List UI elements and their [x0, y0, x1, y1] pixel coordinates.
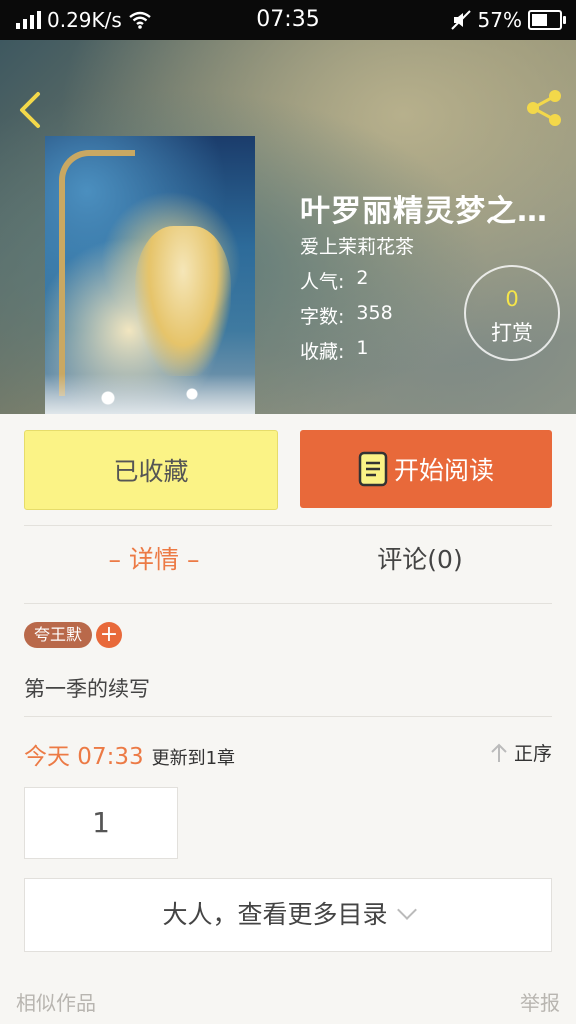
- cover-flowers: [45, 374, 255, 414]
- mute-icon: [450, 10, 471, 30]
- word-count-label: 字数:: [300, 306, 345, 328]
- tab-comments[interactable]: 评论(0): [276, 540, 564, 576]
- cover-figure: [135, 226, 231, 376]
- divider: [24, 525, 552, 526]
- share-icon: [527, 90, 561, 126]
- popularity-value: 2: [356, 267, 369, 289]
- book-description: 第一季的续写: [24, 677, 150, 701]
- status-right: 57%: [450, 8, 566, 32]
- chevron-left-icon: [20, 92, 40, 128]
- book-title: 叶罗丽精灵梦之灵...: [300, 194, 564, 229]
- tip-label: 打赏: [491, 321, 533, 345]
- share-button[interactable]: [524, 88, 564, 128]
- back-button[interactable]: [14, 90, 50, 130]
- favorites-value: 1: [356, 337, 369, 359]
- start-reading-button[interactable]: 开始阅读: [300, 430, 552, 508]
- chevron-down-icon: [396, 900, 417, 920]
- start-reading-label: 开始阅读: [393, 456, 494, 485]
- update-text: 更新到1章: [151, 748, 236, 769]
- favorites-row: 收藏: 1: [300, 337, 369, 364]
- book-header: 叶罗丽精灵梦之灵... 爱上茉莉花茶 人气: 2 字数: 358 收藏: 1 0…: [0, 40, 576, 414]
- sort-order-button[interactable]: 正序: [490, 739, 552, 766]
- book-author[interactable]: 爱上茉莉花茶: [300, 232, 414, 259]
- arrow-up-icon: [491, 743, 507, 762]
- update-time: 今天 07:33: [24, 744, 144, 770]
- favorited-button[interactable]: 已收藏: [24, 430, 278, 510]
- chapter-item[interactable]: 1: [24, 787, 178, 859]
- battery-percent: 57%: [477, 8, 522, 32]
- tab-bar: – 详情 – 评论(0): [0, 540, 576, 592]
- add-tag-button[interactable]: +: [96, 622, 122, 648]
- popularity-label: 人气:: [300, 271, 345, 293]
- update-info: 今天 07:33 更新到1章: [24, 737, 235, 771]
- tip-button[interactable]: 0 打赏: [464, 265, 560, 361]
- status-bar: 0.29K/s 07:35 57%: [0, 0, 576, 40]
- battery-level: [532, 14, 547, 26]
- battery-icon: [528, 10, 566, 30]
- book-cover-image[interactable]: [45, 136, 255, 414]
- word-count-value: 358: [356, 302, 393, 324]
- sort-order-label: 正序: [513, 743, 552, 765]
- tab-details[interactable]: – 详情 –: [10, 540, 298, 576]
- divider: [24, 603, 552, 604]
- favorites-label: 收藏:: [300, 341, 345, 363]
- cover-harp: [59, 150, 135, 396]
- word-count-row: 字数: 358: [300, 302, 393, 329]
- more-catalog-label: 大人，查看更多目录: [162, 900, 388, 929]
- popularity-row: 人气: 2: [300, 267, 369, 294]
- similar-works-heading: 相似作品: [16, 991, 96, 1015]
- tip-count: 0: [505, 287, 519, 311]
- more-catalog-button[interactable]: 大人，查看更多目录: [24, 878, 552, 952]
- report-link[interactable]: 举报: [520, 987, 560, 1016]
- book-icon: [358, 451, 388, 487]
- divider: [24, 716, 552, 717]
- tag-chip[interactable]: 夸王默: [24, 622, 93, 648]
